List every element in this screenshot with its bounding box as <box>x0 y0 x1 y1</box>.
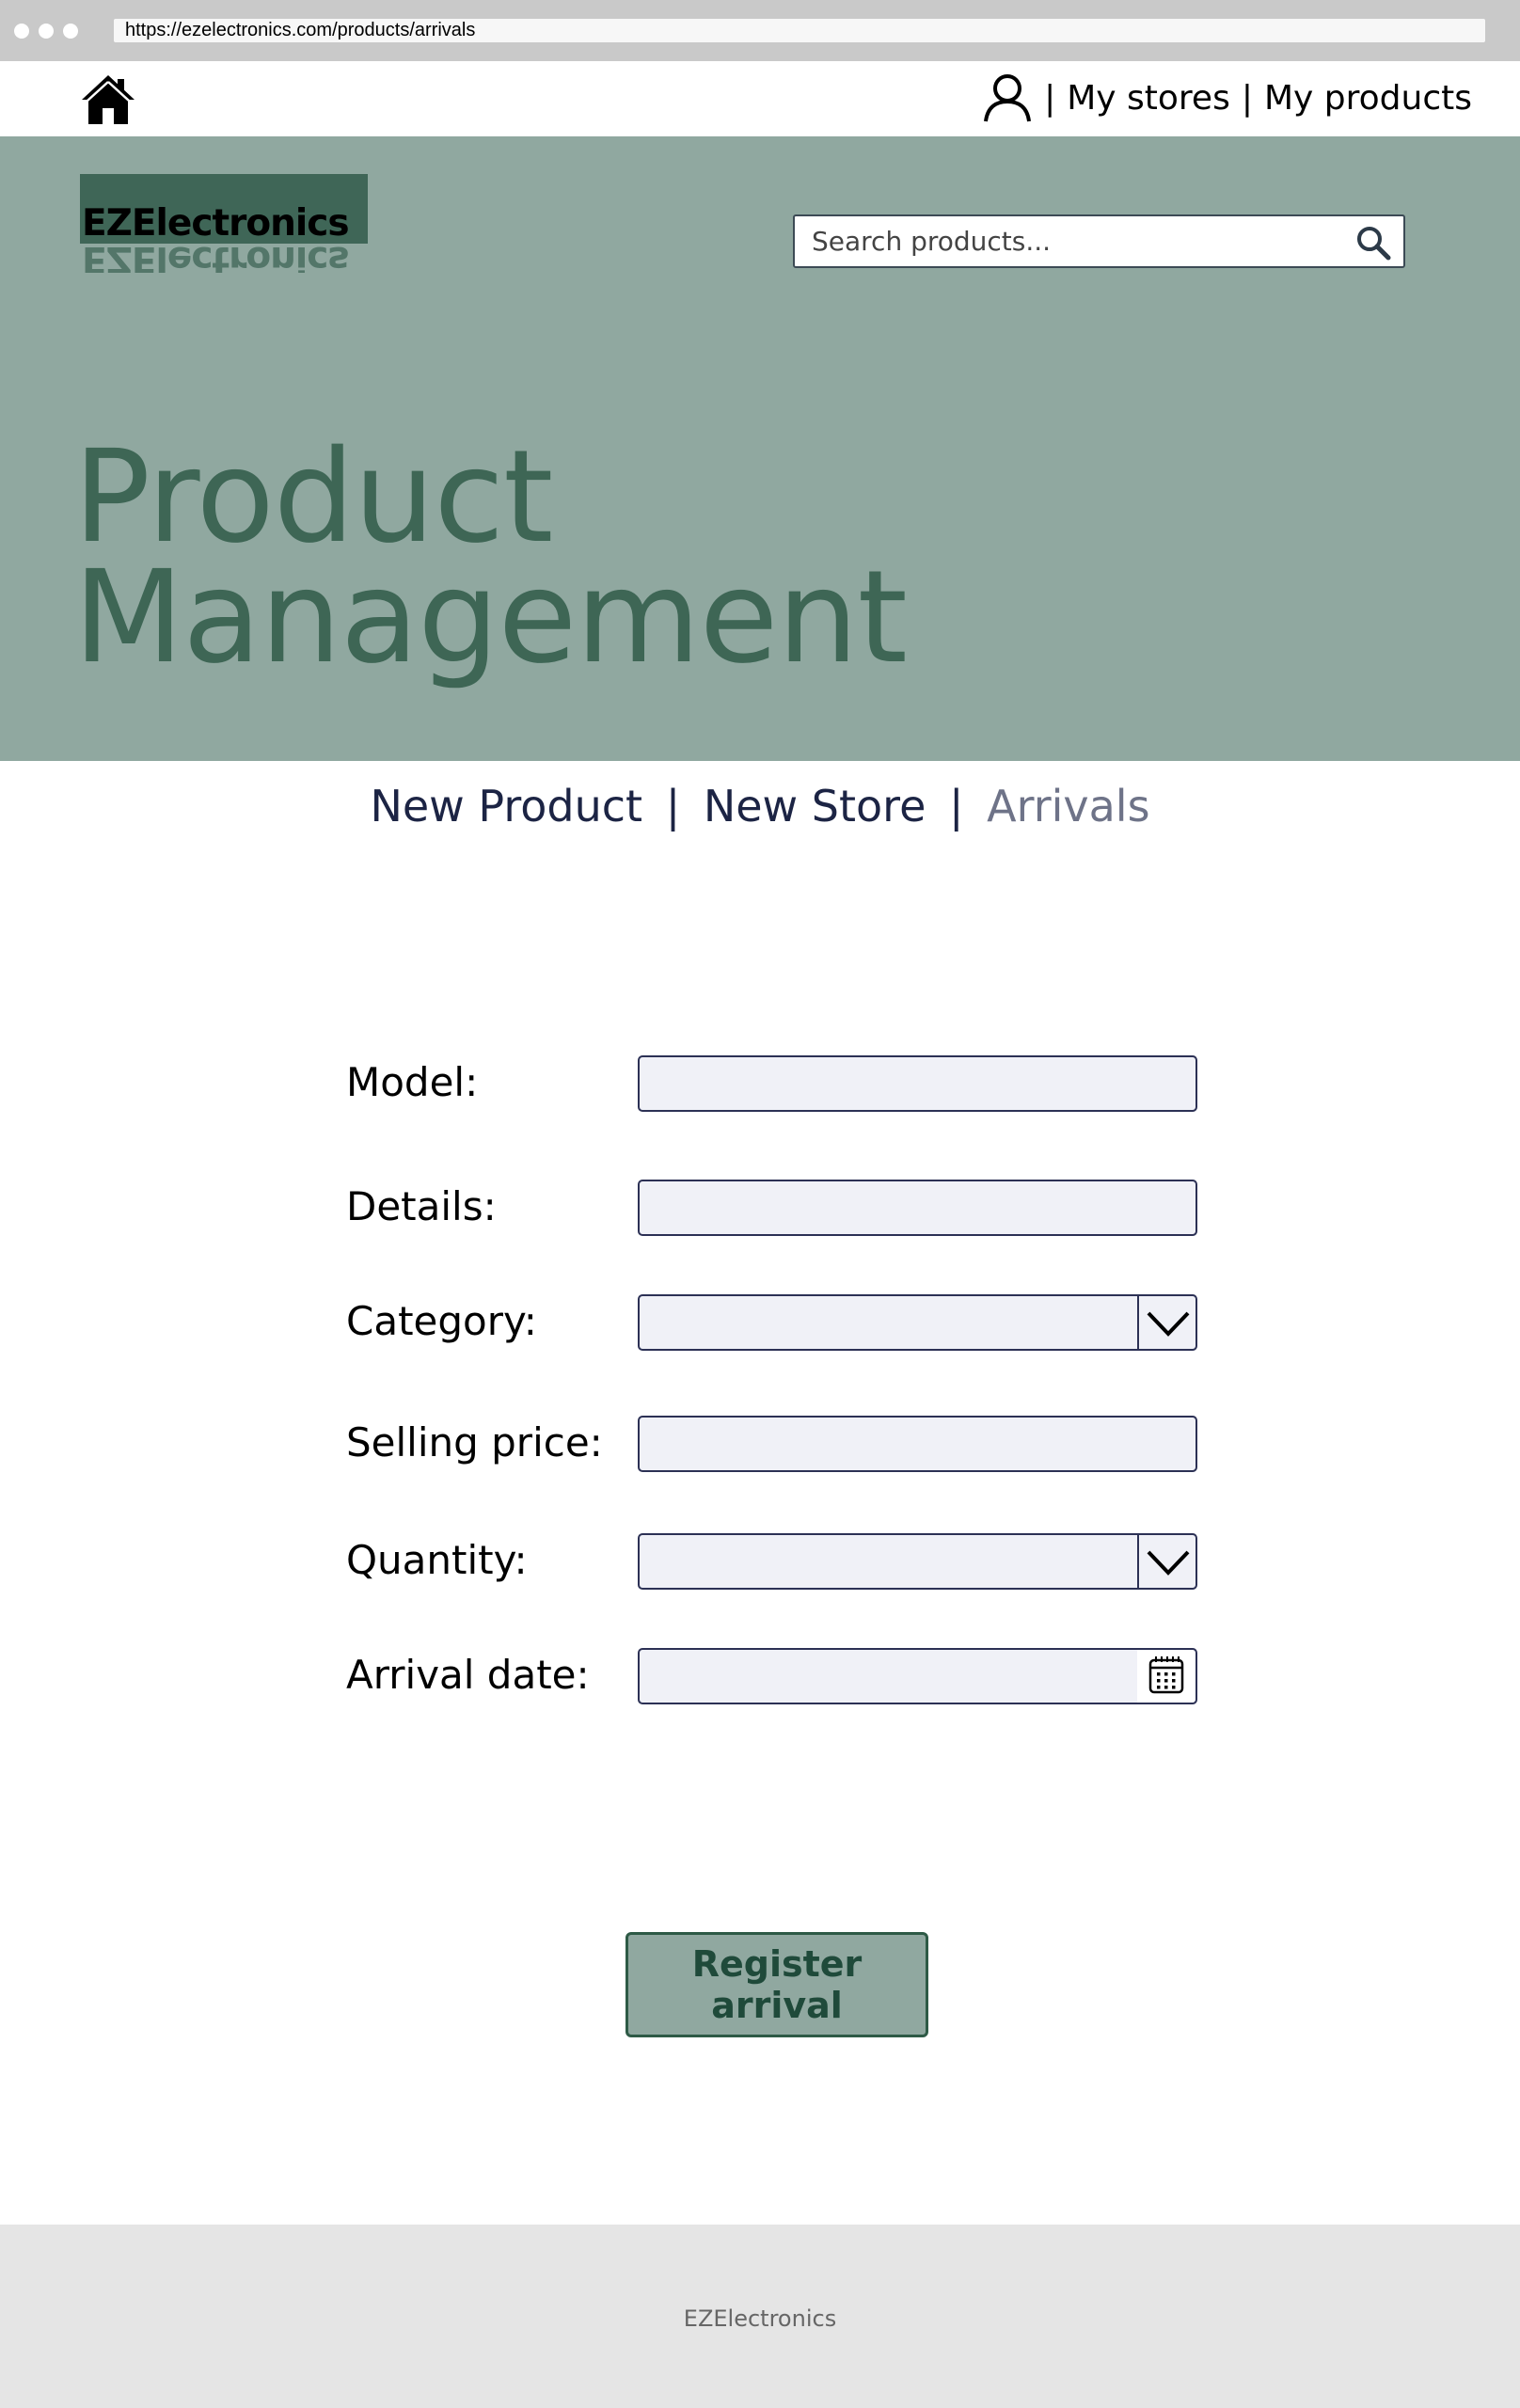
footer: EZElectronics <box>0 2225 1520 2408</box>
arrival-date-input[interactable] <box>640 1650 1129 1703</box>
chevron-down-icon <box>1147 1550 1190 1576</box>
tab-arrivals[interactable]: Arrivals <box>987 781 1149 832</box>
search-icon[interactable] <box>1354 224 1392 261</box>
details-input[interactable] <box>640 1181 1195 1234</box>
arrival-date-label: Arrival date: <box>346 1652 590 1698</box>
logo[interactable]: EZElectronics <box>80 174 368 245</box>
chevron-down-icon <box>1147 1311 1190 1337</box>
details-label: Details: <box>346 1183 497 1229</box>
nav-separator: | <box>1241 78 1253 118</box>
user-icon[interactable] <box>982 72 1033 123</box>
calendar-icon <box>1148 1656 1184 1694</box>
register-arrival-button[interactable]: Register arrival <box>625 1932 928 2037</box>
model-label: Model: <box>346 1059 479 1105</box>
arrival-date-field-box <box>638 1648 1197 1704</box>
home-icon[interactable] <box>79 72 137 127</box>
page-title-line2: Management <box>73 544 908 692</box>
my-stores-link[interactable]: My stores <box>1067 79 1230 118</box>
sub-nav: New Product | New Store | Arrivals <box>0 781 1520 832</box>
window-dot <box>14 24 29 39</box>
model-field-box <box>638 1055 1197 1112</box>
url-bar[interactable]: https://ezelectronics.com/products/arriv… <box>114 19 1485 42</box>
arrival-date-row: Arrival date: <box>346 1648 1197 1704</box>
category-select[interactable] <box>638 1294 1197 1351</box>
details-field-box <box>638 1180 1197 1236</box>
search-input[interactable] <box>795 216 1322 266</box>
nav-separator: | <box>1044 78 1056 118</box>
details-row: Details: <box>346 1180 1197 1236</box>
search-box <box>793 214 1405 268</box>
quantity-dropdown-button[interactable] <box>1137 1535 1195 1588</box>
quantity-select[interactable] <box>638 1533 1197 1590</box>
quantity-label: Quantity: <box>346 1537 528 1583</box>
tab-new-store[interactable]: New Store <box>704 781 926 832</box>
tab-new-product[interactable]: New Product <box>370 781 642 832</box>
price-label: Selling price: <box>346 1419 603 1465</box>
window-dot <box>39 24 54 39</box>
page-header: EZElectronics EZElectronics Product Mana… <box>0 136 1520 761</box>
my-products-link[interactable]: My products <box>1264 79 1472 118</box>
top-nav: | My stores | My products <box>0 61 1520 136</box>
category-row: Category: <box>346 1294 1197 1351</box>
logo-reflection: EZElectronics <box>82 241 349 273</box>
price-input[interactable] <box>640 1418 1195 1470</box>
logo-text: EZElectronics <box>82 202 350 245</box>
price-row: Selling price: <box>346 1416 1197 1472</box>
window-dot <box>63 24 78 39</box>
calendar-button[interactable] <box>1137 1650 1195 1703</box>
category-dropdown-button[interactable] <box>1137 1296 1195 1349</box>
browser-chrome: https://ezelectronics.com/products/arriv… <box>0 0 1520 61</box>
footer-text: EZElectronics <box>683 2305 837 2332</box>
model-row: Model: <box>346 1055 1197 1112</box>
account-nav: | My stores | My products <box>982 72 1472 123</box>
price-field-box <box>638 1416 1197 1472</box>
subnav-separator: | <box>665 781 681 832</box>
page-title: Product Management <box>73 434 908 682</box>
quantity-row: Quantity: <box>346 1533 1197 1590</box>
subnav-separator: | <box>949 781 964 832</box>
model-input[interactable] <box>640 1057 1195 1110</box>
category-label: Category: <box>346 1298 537 1344</box>
